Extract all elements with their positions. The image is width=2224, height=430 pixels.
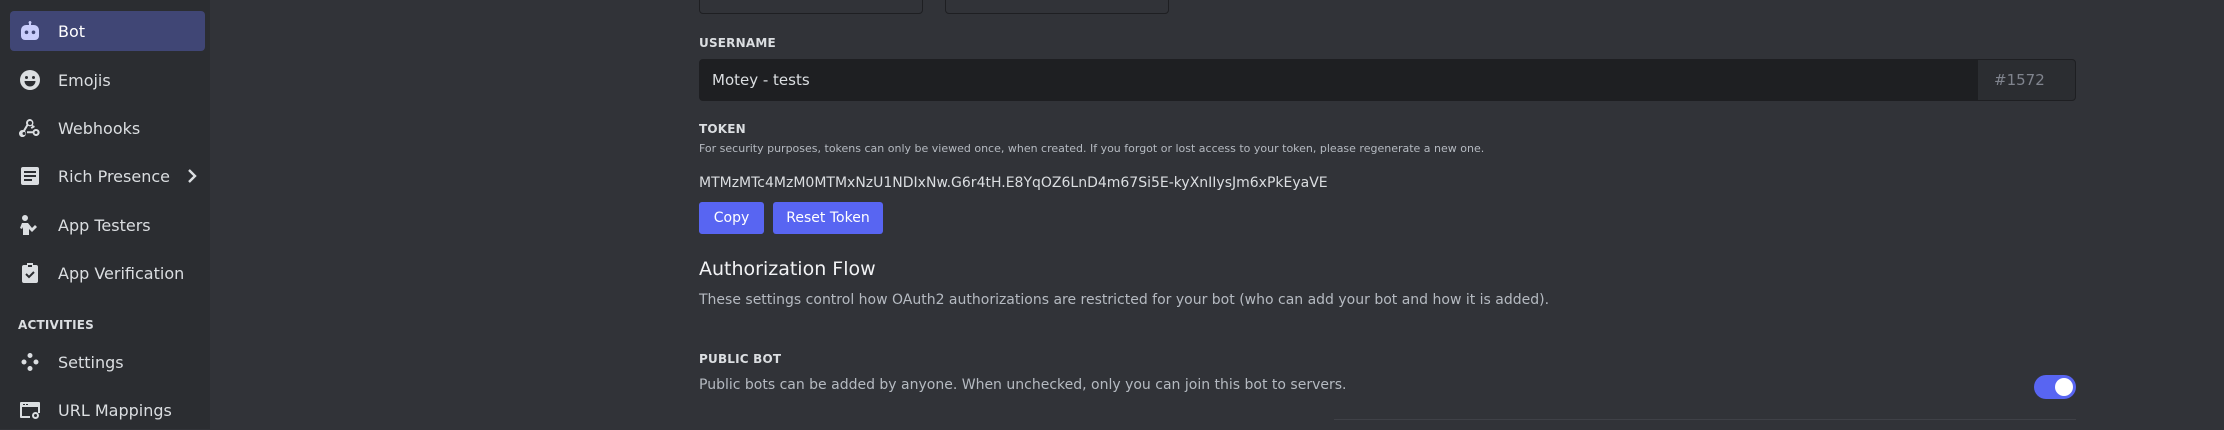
sidebar-item-label: Webhooks <box>58 118 141 138</box>
url-mapping-icon <box>16 396 44 424</box>
username-field: #1572 <box>699 59 2076 101</box>
sidebar-item-label: App Verification <box>58 263 185 283</box>
authorization-flow-heading: Authorization Flow <box>699 258 876 280</box>
top-field-left[interactable] <box>699 0 923 14</box>
sidebar-item-label: URL Mappings <box>58 400 172 420</box>
sidebar-item-label: Rich Presence <box>58 166 170 186</box>
discriminator-label: #1572 <box>1977 60 2075 100</box>
reset-token-button[interactable]: Reset Token <box>773 202 883 234</box>
settings-sidebar: Bot Emojis Webhooks Rich Presence App Te… <box>0 0 210 429</box>
sidebar-item-label: App Testers <box>58 215 151 235</box>
sidebar-item-bot[interactable]: Bot <box>10 11 205 51</box>
username-label: USERNAME <box>699 36 776 50</box>
section-heading-activities: ACTIVITIES <box>18 318 94 332</box>
rich-presence-icon <box>16 162 44 190</box>
authorization-flow-description: These settings control how OAuth2 author… <box>699 292 1550 308</box>
webhook-icon <box>16 114 44 142</box>
sidebar-item-app-verification[interactable]: App Verification <box>10 253 205 293</box>
toggle-knob <box>2055 378 2073 396</box>
sidebar-item-webhooks[interactable]: Webhooks <box>10 108 205 148</box>
emoji-icon <box>16 66 44 94</box>
sidebar-item-label: Emojis <box>58 70 111 90</box>
chevron-right-icon <box>182 166 202 186</box>
app-verification-icon <box>16 259 44 287</box>
token-help-text: For security purposes, tokens can only b… <box>699 142 1485 155</box>
public-bot-label: PUBLIC BOT <box>699 352 782 366</box>
top-field-right[interactable] <box>945 0 1169 14</box>
sidebar-item-settings[interactable]: Settings <box>10 342 205 382</box>
sidebar-item-label: Settings <box>58 352 124 372</box>
sidebar-item-rich-presence[interactable]: Rich Presence <box>10 156 205 196</box>
sidebar-item-label: Bot <box>58 21 86 41</box>
sidebar-item-app-testers[interactable]: App Testers <box>10 205 205 245</box>
sidebar-item-emojis[interactable]: Emojis <box>10 60 205 100</box>
bot-icon <box>16 17 44 45</box>
public-bot-description: Public bots can be added by anyone. When… <box>699 377 1347 393</box>
sidebar-item-url-mappings[interactable]: URL Mappings <box>10 390 205 430</box>
copy-token-button[interactable]: Copy <box>699 202 764 234</box>
token-value: MTMzMTc4MzM0MTMxNzU1NDIxNw.G6r4tH.E8YqOZ… <box>699 175 1328 191</box>
app-testers-icon <box>16 211 44 239</box>
bot-settings-panel: USERNAME #1572 TOKEN For security purpos… <box>210 0 2224 429</box>
public-bot-toggle[interactable] <box>2034 375 2076 399</box>
username-input[interactable] <box>700 60 1977 100</box>
gamepad-icon <box>16 348 44 376</box>
section-divider <box>1334 419 2076 420</box>
token-label: TOKEN <box>699 122 746 136</box>
